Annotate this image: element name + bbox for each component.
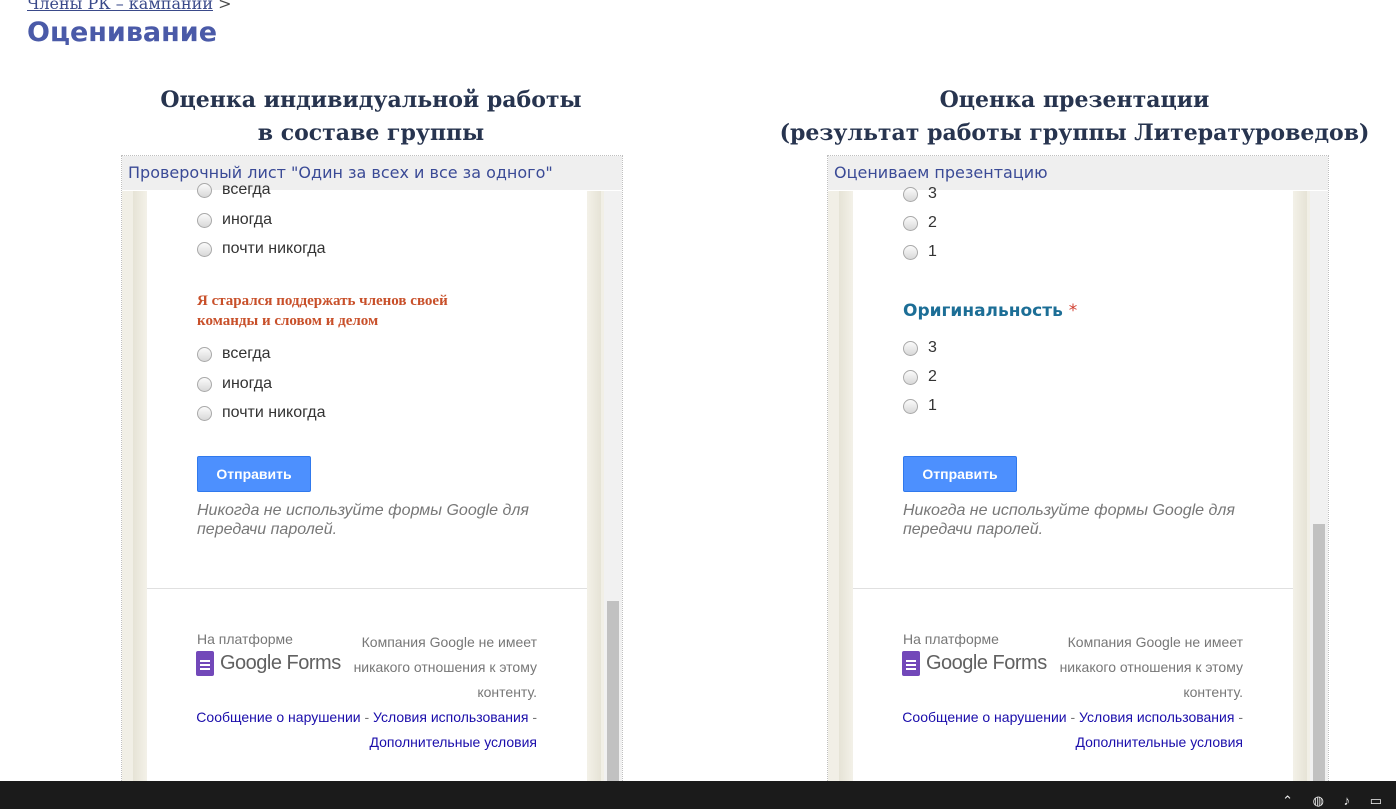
radio-button[interactable]: [903, 369, 918, 385]
left-heading: Оценка индивидуальной работы в составе г…: [121, 84, 621, 150]
platform-label: На платформе: [903, 631, 999, 647]
additional-terms-link[interactable]: Дополнительные условия: [369, 734, 537, 750]
radio-button[interactable]: [197, 346, 212, 362]
radio-label: почти никогда: [222, 240, 326, 257]
report-abuse-link[interactable]: Сообщение о нарушении: [196, 709, 360, 725]
radio-button[interactable]: [903, 244, 918, 260]
platform-label: На платформе: [197, 631, 293, 647]
breadcrumb-link[interactable]: Члены РК – кампании: [27, 0, 213, 13]
radio-label: всегда: [222, 345, 271, 362]
required-mark: *: [1068, 301, 1078, 321]
radio-label: почти никогда: [222, 404, 326, 421]
radio-label: 2: [928, 214, 937, 231]
radio-option[interactable]: 3: [903, 183, 937, 205]
right-heading-line2: (результат работы группы Литературоведов…: [779, 120, 1370, 146]
system-tray-icons[interactable]: ⌃ ◍ ♪ ▭: [1282, 793, 1390, 809]
radio-option[interactable]: 2: [903, 212, 937, 234]
radio-option[interactable]: иногда: [197, 209, 272, 231]
radio-option[interactable]: почти никогда: [197, 238, 325, 260]
google-forms-logo-text: Google Forms: [926, 651, 1047, 674]
radio-button[interactable]: [197, 241, 212, 257]
radio-option[interactable]: 1: [903, 241, 937, 263]
left-edge-shadow: [133, 191, 147, 796]
google-forms-icon: [902, 650, 920, 676]
footer-divider: [147, 588, 587, 589]
radio-option[interactable]: всегда: [197, 343, 271, 365]
additional-terms-link[interactable]: Дополнительные условия: [1075, 734, 1243, 750]
radio-label: иногда: [222, 375, 273, 392]
footer-divider: [853, 588, 1293, 589]
question-text: Оригинальность: [903, 301, 1063, 321]
radio-button[interactable]: [903, 215, 918, 231]
password-warning: Никогда не используйте формы Google для …: [903, 502, 1235, 538]
link-separator: -: [360, 709, 374, 725]
radio-button[interactable]: [197, 376, 212, 392]
radio-label: 2: [928, 368, 937, 385]
submit-button[interactable]: Отправить: [903, 456, 1017, 492]
radio-button[interactable]: [903, 398, 918, 414]
google-forms-logo[interactable]: Google Forms: [196, 649, 341, 677]
link-separator: -: [1066, 709, 1080, 725]
google-forms-logo[interactable]: Google Forms: [902, 649, 1047, 677]
google-forms-icon: [196, 650, 214, 676]
left-heading-line1: Оценка индивидуальной работы: [160, 87, 582, 113]
scroll-thumb[interactable]: [607, 601, 619, 796]
disclaimer: Компания Google не имеет никакого отноше…: [353, 634, 537, 700]
radio-label: иногда: [222, 211, 273, 228]
submit-button[interactable]: Отправить: [197, 456, 311, 492]
left-form-frame: Проверочный лист "Один за всех и все за …: [121, 155, 623, 797]
radio-option[interactable]: иногда: [197, 373, 272, 395]
right-heading-line1: Оценка презентации: [939, 87, 1210, 113]
scrollbar[interactable]: [1310, 191, 1328, 796]
radio-label: 3: [928, 339, 937, 356]
left-edge-shadow: [839, 191, 853, 796]
radio-button[interactable]: [903, 186, 918, 202]
radio-button[interactable]: [197, 182, 212, 198]
radio-option[interactable]: 2: [903, 366, 937, 388]
google-forms-logo-text: Google Forms: [220, 651, 341, 674]
radio-label: 1: [928, 397, 937, 414]
footer-links: Сообщение о нарушении - Условия использо…: [893, 705, 1243, 755]
terms-link[interactable]: Условия использования: [373, 709, 528, 725]
scrollbar[interactable]: [604, 191, 622, 796]
password-warning: Никогда не используйте формы Google для …: [197, 502, 529, 538]
radio-button[interactable]: [903, 340, 918, 356]
right-form-body: 3 2 1 Оригинальность * 3 2 1 Отправить Н…: [828, 185, 1328, 796]
breadcrumb: Члены РК – кампании >: [27, 0, 231, 13]
footer-links: Сообщение о нарушении - Условия использо…: [187, 705, 537, 755]
left-form-body: всегда иногда почти никогда Я старался п…: [122, 181, 622, 796]
right-edge-shadow: [587, 191, 601, 796]
disclaimer: Компания Google не имеет никакого отноше…: [1059, 634, 1243, 700]
right-form-frame: Оцениваем презентацию 3 2 1 Оригинальнос…: [827, 155, 1329, 797]
radio-option[interactable]: всегда: [197, 179, 271, 201]
page-title: Оценивание: [27, 17, 218, 48]
left-form-card: всегда иногда почти никогда Я старался п…: [147, 181, 587, 796]
radio-option[interactable]: 3: [903, 337, 937, 359]
radio-option[interactable]: 1: [903, 395, 937, 417]
right-form-card: 3 2 1 Оригинальность * 3 2 1 Отправить Н…: [853, 185, 1293, 796]
question-title: Оригинальность *: [903, 301, 1077, 321]
taskbar: ⌃ ◍ ♪ ▭: [0, 781, 1396, 809]
radio-label: всегда: [222, 181, 271, 198]
terms-link[interactable]: Условия использования: [1079, 709, 1234, 725]
right-edge-shadow: [1293, 191, 1307, 796]
radio-label: 1: [928, 243, 937, 260]
right-heading: Оценка презентации (результат работы гру…: [777, 84, 1372, 150]
radio-option[interactable]: почти никогда: [197, 402, 325, 424]
link-separator: -: [528, 709, 537, 725]
breadcrumb-separator: >: [212, 0, 232, 13]
left-heading-line2: в составе группы: [257, 120, 485, 146]
link-separator: -: [1234, 709, 1243, 725]
question-title: Я старался поддержать членов своей коман…: [197, 293, 448, 329]
radio-button[interactable]: [197, 405, 212, 421]
report-abuse-link[interactable]: Сообщение о нарушении: [902, 709, 1066, 725]
radio-label: 3: [928, 185, 937, 202]
scroll-thumb[interactable]: [1313, 524, 1325, 796]
radio-button[interactable]: [197, 212, 212, 228]
